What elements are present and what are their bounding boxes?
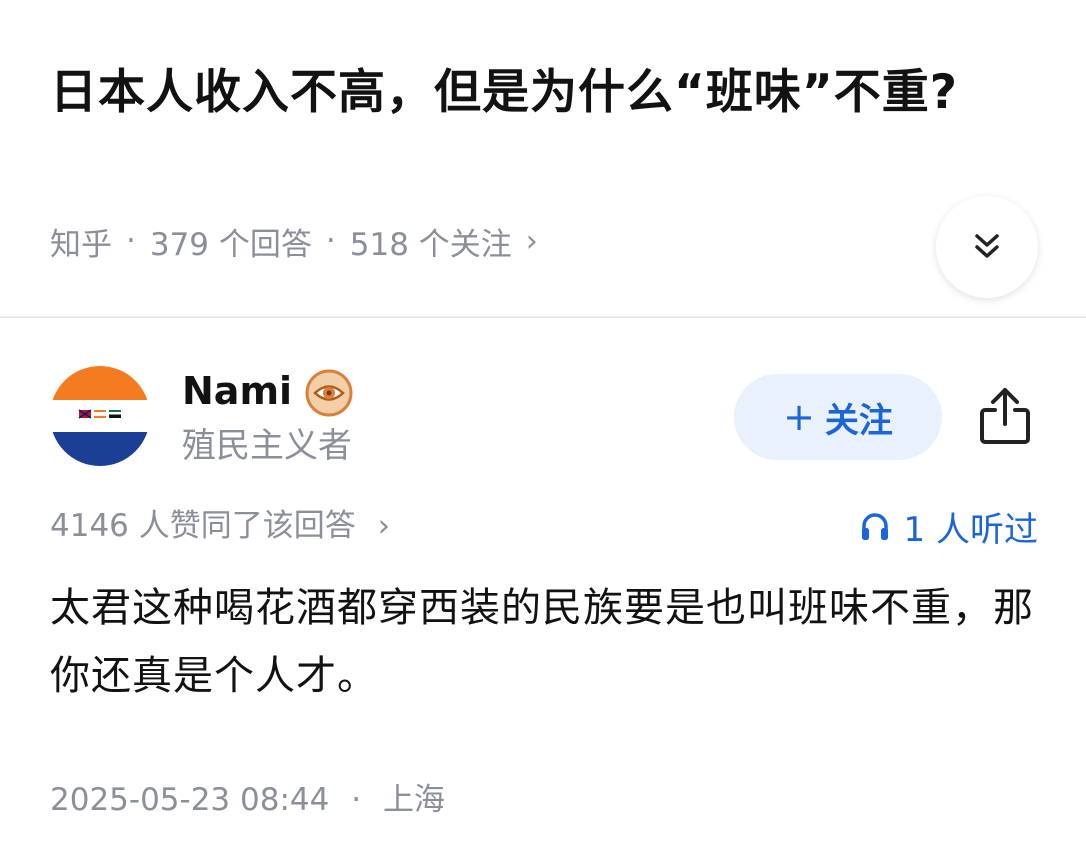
- author-name[interactable]: Nami: [182, 366, 292, 416]
- listen-count-label: 1 人听过: [903, 509, 1038, 550]
- plus-icon: +: [783, 395, 815, 439]
- chevron-right-icon: ›: [525, 223, 538, 259]
- answer-content[interactable]: 太君这种喝花酒都穿西装的民族要是也叫班味不重，那你还真是个人才。: [50, 574, 1040, 710]
- meta-separator: ·: [325, 223, 336, 259]
- eye-badge-icon: [305, 369, 353, 417]
- answer-footer: 2025-05-23 08:44 · 上海: [50, 776, 445, 824]
- vote-count-label: 4146 人赞同了该回答: [50, 508, 356, 544]
- flag-avatar-icon: [50, 366, 150, 466]
- follower-count: 518 个关注: [349, 226, 512, 263]
- follow-label: 关注: [824, 400, 893, 441]
- expand-button[interactable]: [936, 196, 1038, 298]
- listen-count[interactable]: 1 人听过: [858, 502, 1038, 550]
- answer-count: 379 个回答: [149, 226, 312, 263]
- double-chevron-down-icon: [975, 234, 999, 258]
- footer-separator: ·: [351, 782, 362, 818]
- vote-count[interactable]: 4146 人赞同了该回答 ›: [50, 502, 390, 550]
- question-meta[interactable]: 知乎 · 379 个回答 · 518 个关注 ›: [50, 218, 538, 264]
- answer-date: 2025-05-23 08:44: [50, 782, 330, 818]
- author-bio: 殖民主义者: [182, 426, 352, 466]
- question-title: 日本人收入不高，但是为什么“班味”不重?: [50, 65, 959, 120]
- divider: [0, 316, 1086, 318]
- source-label: 知乎: [50, 226, 112, 263]
- meta-separator: ·: [126, 223, 136, 259]
- headphones-icon: [861, 513, 888, 540]
- share-icon[interactable]: [976, 384, 1034, 448]
- answer-location: 上海: [382, 782, 445, 818]
- avatar[interactable]: [50, 366, 150, 466]
- chevron-right-icon: ›: [377, 508, 391, 544]
- follow-button[interactable]: + 关注: [734, 374, 942, 460]
